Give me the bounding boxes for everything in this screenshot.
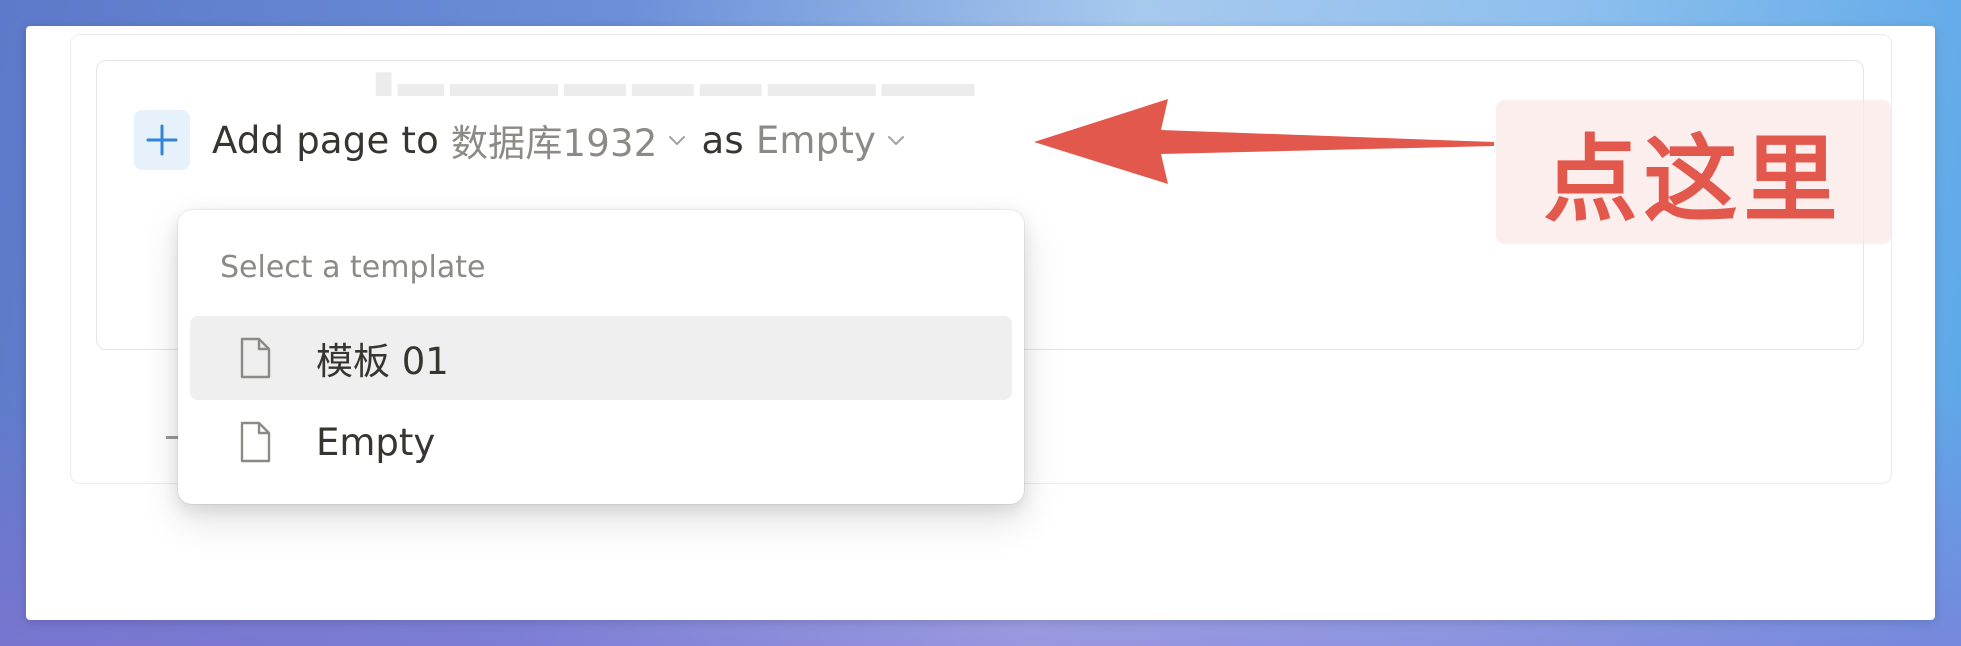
annotation-callout: 点这里	[1496, 100, 1891, 244]
database-selector[interactable]: 数据库1932	[451, 113, 658, 167]
add-page-row: Add page to 数据库1932 as Empty	[134, 108, 920, 172]
chevron-down-icon[interactable]	[886, 133, 906, 147]
template-option-label: Empty	[316, 420, 436, 464]
add-page-label: Add page to	[212, 118, 439, 162]
plus-icon	[146, 124, 178, 156]
dropdown-header: Select a template	[220, 250, 486, 285]
add-page-button[interactable]	[134, 110, 190, 170]
annotation-arrow-icon	[1034, 99, 1494, 184]
app-window: █ ▄▄▄ ▄▄▄▄▄▄▄ ▄▄▄▄ ▄▄▄▄ ▄▄▄▄ ▄▄▄▄▄▄▄ ▄▄▄…	[26, 26, 1935, 620]
annotation-text: 点这里	[1543, 126, 1844, 235]
template-option-label: 模板 01	[316, 340, 449, 383]
template-selector[interactable]: Empty	[756, 119, 876, 162]
ghost-text: █ ▄▄▄ ▄▄▄▄▄▄▄ ▄▄▄▄ ▄▄▄▄ ▄▄▄▄ ▄▄▄▄▄▄▄ ▄▄▄…	[376, 72, 975, 96]
page-icon	[234, 419, 276, 465]
template-option-empty[interactable]: Empty	[190, 400, 1012, 484]
collapsed-indicator	[166, 436, 178, 439]
chevron-down-icon[interactable]	[667, 133, 687, 147]
page-icon	[234, 335, 276, 381]
as-label: as	[701, 118, 744, 162]
template-dropdown-menu: Select a template 模板 01 Empty	[178, 210, 1024, 504]
template-option-01[interactable]: 模板 01	[190, 316, 1012, 400]
